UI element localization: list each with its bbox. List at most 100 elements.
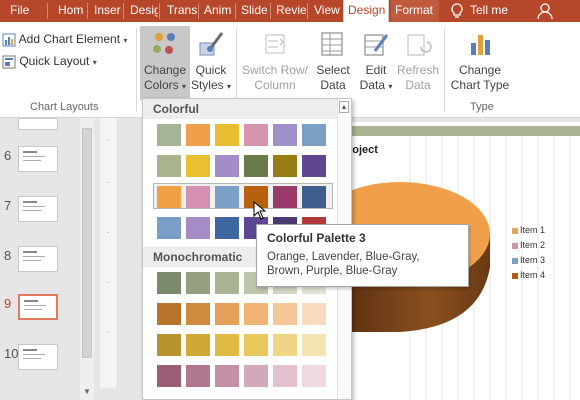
switch-row-label-line1: Switch Row/ xyxy=(241,63,309,77)
add-chart-element-icon xyxy=(2,33,16,47)
tab-format[interactable]: Format xyxy=(391,0,439,22)
chevron-down-icon: ▾ xyxy=(227,82,232,91)
quick-layout-label: Quick Layout xyxy=(19,54,90,68)
color-swatch xyxy=(186,124,210,146)
monochromatic-palette-3[interactable] xyxy=(153,331,333,357)
tab-separator xyxy=(123,3,124,19)
refresh-data-icon xyxy=(407,34,432,56)
switch-row-column-button[interactable]: Switch Row/ Column xyxy=(240,26,310,100)
paintbrush-icon xyxy=(199,32,224,56)
color-swatch xyxy=(186,303,210,325)
color-swatch xyxy=(157,124,181,146)
select-data-label-line1: Select xyxy=(316,63,350,77)
scroll-down-arrow-icon[interactable]: ▼ xyxy=(83,387,91,396)
bar-chart-icon xyxy=(471,35,490,55)
tab-hom[interactable]: Hom xyxy=(54,0,86,22)
color-swatch xyxy=(302,334,326,356)
refresh-data-label-line1: Refresh xyxy=(396,63,440,77)
tab-view[interactable]: View xyxy=(310,0,342,22)
palette-icon xyxy=(153,33,175,54)
color-swatch xyxy=(244,303,268,325)
tab-separator xyxy=(235,3,236,19)
color-swatch xyxy=(273,186,297,208)
color-swatch xyxy=(244,124,268,146)
monochromatic-palette-2[interactable] xyxy=(153,300,333,326)
color-swatch xyxy=(273,155,297,177)
scroll-up-arrow-icon[interactable]: ▲ xyxy=(339,101,349,113)
chart-title[interactable]: roject xyxy=(348,144,378,156)
colorful-palette-2[interactable] xyxy=(153,152,333,178)
change-colors-label-line2: Colors xyxy=(143,78,179,92)
group-separator xyxy=(444,28,445,112)
color-swatch xyxy=(186,217,210,239)
colorful-section-header: Colorful xyxy=(143,99,339,119)
slide-number: 6 xyxy=(4,148,12,163)
refresh-data-button[interactable]: Refresh Data xyxy=(396,26,440,100)
chart-layouts-group-label: Chart Layouts xyxy=(30,101,99,113)
color-swatch xyxy=(157,155,181,177)
edit-data-button[interactable]: Edit Data ▾ xyxy=(356,26,396,100)
tab-revie[interactable]: Revie xyxy=(272,0,306,22)
tab-separator xyxy=(270,3,271,19)
quick-styles-label-line2: Styles xyxy=(190,78,224,92)
tab-inser[interactable]: Inser xyxy=(90,0,122,22)
select-data-button[interactable]: Select Data xyxy=(312,26,354,100)
color-swatch xyxy=(215,186,239,208)
tell-me-search[interactable]: Tell me xyxy=(466,0,526,22)
legend-swatch xyxy=(512,227,518,234)
change-type-label-line1: Change xyxy=(458,63,502,77)
slide-thumbnail[interactable] xyxy=(18,344,58,370)
slide-thumbnail[interactable] xyxy=(18,294,58,320)
slide-thumbnail-panel: ▼ 6 7 8 9 10 xyxy=(0,118,96,400)
lightbulb-icon[interactable] xyxy=(450,3,464,19)
tab-anim[interactable]: Anim xyxy=(200,0,234,22)
color-swatch xyxy=(186,186,210,208)
color-swatch xyxy=(157,186,181,208)
chart-header-band xyxy=(347,126,580,136)
change-colors-button[interactable]: Change Colors ▾ xyxy=(140,26,190,100)
scrollbar-thumb[interactable] xyxy=(82,128,92,358)
color-swatch xyxy=(215,334,239,356)
edit-data-label-line2: Data xyxy=(359,78,385,92)
slide-panel-scrollbar[interactable]: ▼ xyxy=(80,118,94,400)
slide-number: 8 xyxy=(4,248,12,263)
tab-slide[interactable]: Slide xyxy=(237,0,269,22)
partial-slide-thumbnail[interactable] xyxy=(18,118,58,130)
color-swatch xyxy=(157,334,181,356)
refresh-data-label-line2: Data xyxy=(405,78,431,92)
add-chart-element-button[interactable]: Add Chart Element ▾ xyxy=(2,32,127,47)
slide-thumbnail[interactable] xyxy=(18,246,58,272)
color-swatch xyxy=(157,365,181,387)
tab-trans[interactable]: Trans xyxy=(163,0,197,22)
legend-entry: Item 3 xyxy=(512,255,545,265)
group-separator xyxy=(136,28,137,112)
color-swatch xyxy=(186,365,210,387)
tab-file[interactable]: File xyxy=(6,0,46,22)
slide-number: 10 xyxy=(4,346,19,361)
tab-design[interactable]: Design xyxy=(343,0,389,22)
chevron-down-icon: ▾ xyxy=(182,82,187,91)
color-swatch xyxy=(215,365,239,387)
change-chart-type-button[interactable]: Change Chart Type xyxy=(448,26,512,100)
color-swatch xyxy=(273,334,297,356)
quick-layout-button[interactable]: Quick Layout ▾ xyxy=(2,54,97,69)
color-swatch xyxy=(215,303,239,325)
slide-thumbnail[interactable] xyxy=(18,146,58,172)
color-swatch xyxy=(244,155,268,177)
tab-desig[interactable]: Desig xyxy=(126,0,158,22)
color-swatch xyxy=(215,155,239,177)
colorful-palette-1[interactable] xyxy=(153,121,333,147)
legend-entry: Item 1 xyxy=(512,225,545,235)
monochromatic-palette-4[interactable] xyxy=(153,362,333,388)
color-swatch xyxy=(157,217,181,239)
tab-separator xyxy=(159,3,160,19)
select-data-icon xyxy=(321,32,343,56)
color-swatch xyxy=(157,272,181,294)
color-swatch xyxy=(215,124,239,146)
chevron-down-icon: ▾ xyxy=(388,82,393,91)
slide-thumbnail[interactable] xyxy=(18,196,58,222)
user-icon[interactable] xyxy=(537,2,553,20)
colorful-palette-3[interactable] xyxy=(153,183,333,209)
color-swatch xyxy=(302,303,326,325)
quick-styles-button[interactable]: Quick Styles ▾ xyxy=(190,26,232,100)
